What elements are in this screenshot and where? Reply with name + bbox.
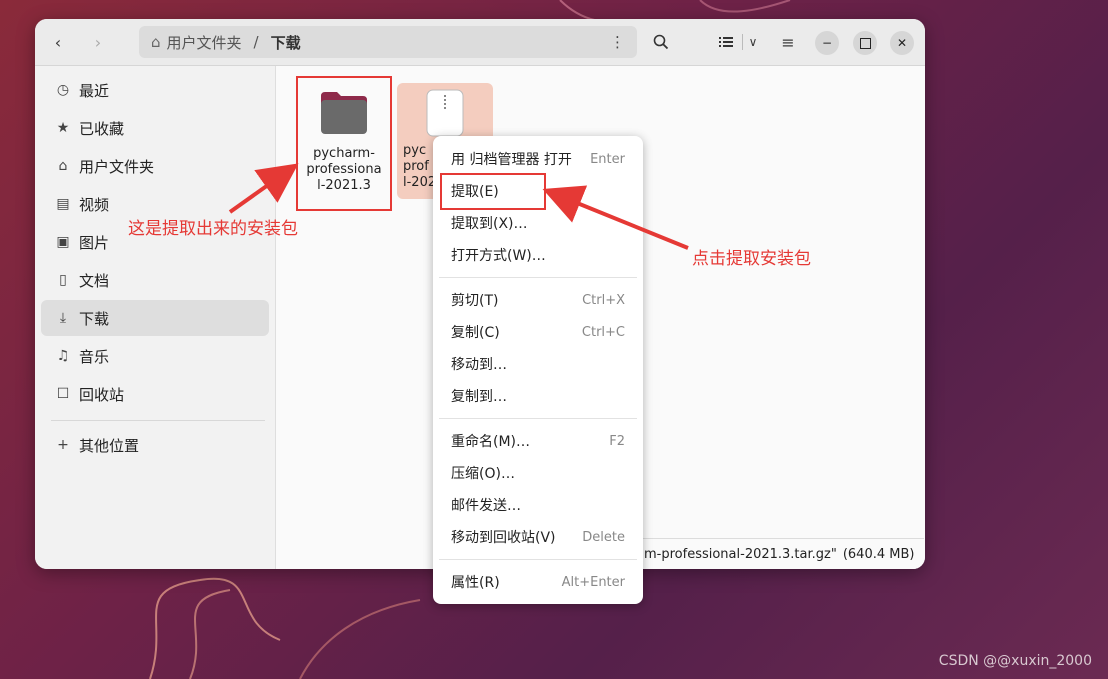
annotation-arrows bbox=[228, 163, 689, 250]
annotation-left: 这是提取出来的安装包 bbox=[128, 219, 298, 239]
watermark: CSDN @@xuxin_2000 bbox=[938, 653, 1092, 669]
arrow-to-extract bbox=[542, 185, 689, 250]
arrow-to-folder bbox=[228, 163, 299, 214]
annotation-right: 点击提取安装包 bbox=[692, 249, 811, 269]
